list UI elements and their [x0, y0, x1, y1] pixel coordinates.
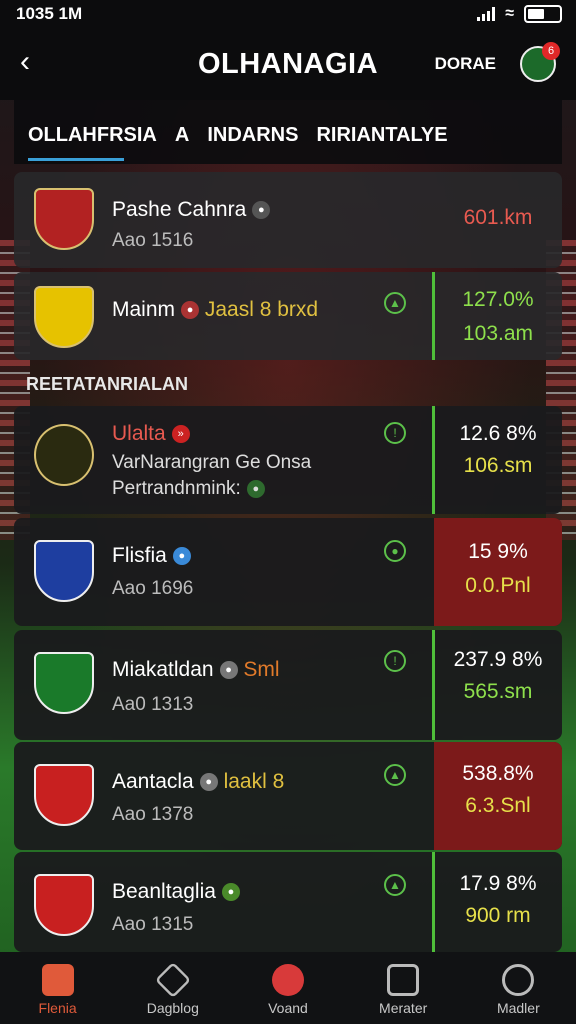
info-icon: ●: [219, 661, 238, 680]
stat-panel: 17.9 8% 900 rm: [434, 852, 562, 952]
team-crest-icon: [34, 540, 94, 602]
record-icon: [271, 964, 304, 996]
team-card[interactable]: Miakatldan ● Sml Aa0 1313 ! 237.9 8% 565.…: [14, 630, 562, 740]
nav-label: Dagblog: [146, 1000, 199, 1016]
nav-label: Madler: [496, 1000, 540, 1016]
stat-top: 15 9%: [468, 540, 528, 563]
stat-top: 127.0%: [462, 288, 534, 311]
tab-ririantalye[interactable]: RIRIANTALYE: [316, 124, 447, 147]
signal-icon: [477, 7, 496, 21]
wifi-icon: ≈: [505, 5, 514, 22]
info-icon: ●: [252, 201, 271, 220]
team-card[interactable]: Mainm ● Jaasl 8 brxd ▲ 127.0% 103.am: [14, 272, 562, 360]
team-sub: VarNarangran Ge Onsa: [112, 452, 312, 473]
team-sub: Aao 1378: [112, 804, 194, 825]
team-crest-icon: [34, 764, 94, 826]
team-crest-icon: [34, 188, 94, 250]
team-sub-2: Pertrandnmink:: [112, 478, 241, 499]
team-sub: Aao 1315: [112, 914, 194, 935]
home-icon: [41, 964, 74, 996]
team-sub: Aao 1696: [112, 578, 194, 599]
team-name: Flisfia: [112, 544, 167, 567]
status-icons: ≈: [477, 5, 562, 23]
stat-bottom: 900 rm: [465, 904, 531, 927]
trend-icon: ▲: [384, 874, 406, 896]
team-card[interactable]: Beanltaglia ● Aao 1315 ▲ 17.9 8% 900 rm: [14, 852, 562, 952]
nav-label: Voand: [268, 1000, 308, 1016]
stat-top: 538.8%: [462, 762, 534, 785]
stat-bottom: 6.3.Snl: [465, 794, 531, 817]
team-crest-icon: [34, 424, 94, 486]
section-label: REETATANRIALAN: [26, 374, 188, 394]
stat-panel: 127.0% 103.am: [434, 272, 562, 360]
info-icon: ●: [199, 773, 218, 792]
team-name: Miakatldan: [112, 658, 214, 681]
team-card[interactable]: Flisfia ● Aao 1696 ● 15 9% 0.0.Pnl: [14, 518, 562, 626]
stat-panel: 237.9 8% 565.sm: [434, 630, 562, 740]
tab-underline: [28, 158, 124, 161]
team-name: Pashe Cahnra: [112, 198, 247, 221]
team-name: Ulalta: [112, 422, 166, 445]
info-icon: ●: [172, 547, 191, 566]
notification-badge: 6: [542, 42, 560, 60]
stat-panel: 12.6 8% 106.sm: [434, 406, 562, 514]
team-tag: Sml: [243, 658, 280, 681]
team-crest-icon: [34, 874, 94, 936]
team-card[interactable]: Pashe Cahnra ● Aao 1516 601.km: [14, 172, 562, 268]
app-header: ‹ OLHANAGIA DORAE 6: [0, 28, 576, 100]
nav-label: Flenia: [38, 1000, 77, 1016]
stat-panel: 15 9% 0.0.Pnl: [434, 518, 562, 626]
stat-bottom: 106.sm: [463, 454, 533, 477]
stat-top: 601.km: [463, 206, 533, 229]
stat-panel: 538.8% 6.3.Snl: [434, 742, 562, 850]
header-link[interactable]: DORAE: [435, 54, 496, 74]
team-sub: Aa0 1313: [112, 694, 194, 715]
battery-icon: [524, 5, 562, 23]
team-crest-icon: [34, 652, 94, 714]
info-icon: ●: [221, 883, 240, 902]
document-icon: [387, 964, 420, 996]
stat-bottom: 0.0.Pnl: [465, 574, 531, 597]
info-icon: »: [171, 425, 190, 444]
nav-item-flenia[interactable]: Flenia: [8, 964, 108, 1016]
diamond-icon: [154, 961, 191, 999]
status-bar: 1035 1M ≈: [0, 0, 576, 28]
trend-icon: !: [384, 422, 406, 444]
stat-panel: 601.km: [434, 172, 562, 268]
nav-item-dagblog[interactable]: Dagblog: [123, 961, 223, 1016]
tab-a[interactable]: A: [175, 124, 189, 147]
trend-icon: ▲: [384, 764, 406, 786]
avatar[interactable]: 6: [520, 42, 560, 82]
tab-ollahfrsia[interactable]: OLLAHFRSIA: [28, 124, 157, 147]
nav-item-voand[interactable]: Voand: [238, 964, 338, 1016]
stat-top: 12.6 8%: [459, 422, 537, 445]
info-icon: ●: [181, 301, 200, 320]
bottom-nav: Flenia Dagblog Voand Merater Madler: [0, 952, 576, 1024]
team-card[interactable]: Aantacla ● laakl 8 Aao 1378 ▲ 538.8% 6.3.…: [14, 742, 562, 850]
stat-top: 17.9 8%: [459, 872, 537, 895]
user-icon: [502, 964, 535, 996]
team-tag: Jaasl 8 brxd: [204, 298, 319, 321]
stat-bottom: 103.am: [462, 322, 534, 345]
stat-bottom: 565.sm: [463, 680, 533, 703]
trend-icon: ▲: [384, 292, 406, 314]
team-card[interactable]: Ulalta » VarNarangran Ge Onsa Pertrandnmi…: [14, 406, 562, 514]
nav-item-madler[interactable]: Madler: [468, 964, 568, 1016]
team-crest-icon: [34, 286, 94, 348]
tab-bar: OLLAHFRSIA A INDARNS RIRIANTALYE: [14, 100, 562, 164]
team-name: Aantacla: [112, 770, 194, 793]
nav-label: Merater: [379, 1000, 428, 1016]
tab-indarns[interactable]: INDARNS: [207, 124, 298, 147]
trend-icon: !: [384, 650, 406, 672]
team-name: Mainm: [112, 298, 176, 321]
trend-icon: ●: [384, 540, 406, 562]
badge-icon: ●: [246, 479, 265, 498]
status-time: 1035 1M: [16, 4, 83, 23]
team-name: Beanltaglia: [112, 880, 216, 903]
team-sub: Aao 1516: [112, 230, 194, 251]
stat-top: 237.9 8%: [453, 648, 543, 671]
team-tag: laakl 8: [223, 770, 285, 793]
nav-item-merater[interactable]: Merater: [353, 964, 453, 1016]
